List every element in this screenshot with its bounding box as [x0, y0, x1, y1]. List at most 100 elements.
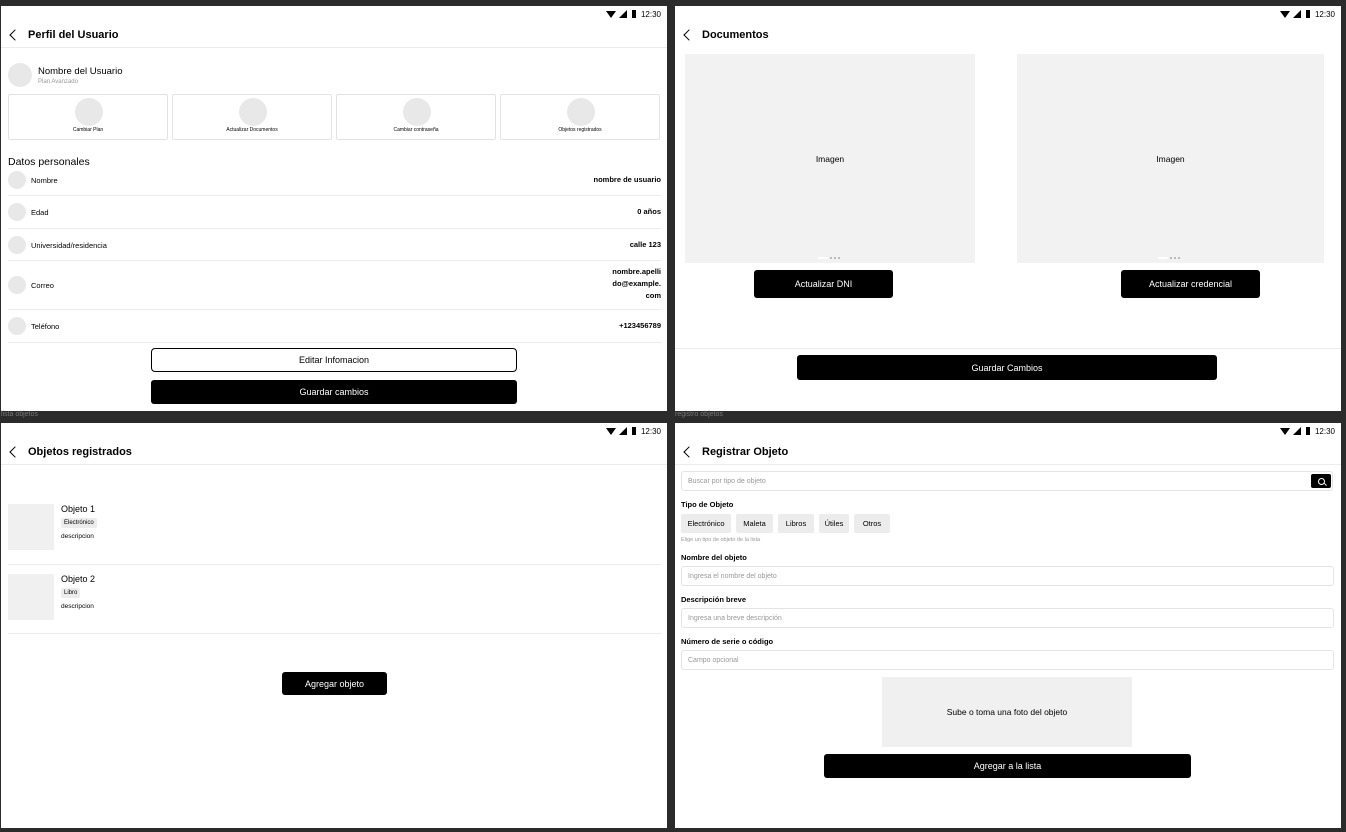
- battery-icon: [631, 427, 636, 435]
- wifi-icon: [605, 427, 616, 435]
- carousel-dots: [818, 257, 840, 259]
- object-name: Objeto 2: [61, 574, 96, 584]
- type-chip-supplies[interactable]: Útiles: [819, 514, 849, 533]
- update-documents-card[interactable]: Actualizar Documentos: [172, 94, 332, 140]
- credential-image[interactable]: Imagen: [1017, 54, 1324, 263]
- user-name: Nombre del Usuario: [38, 66, 123, 77]
- search-input[interactable]: Buscar por tipo de objeto: [681, 471, 1333, 491]
- edit-info-button[interactable]: Editar Infomacion: [151, 348, 517, 372]
- wifi-icon: [1279, 10, 1290, 18]
- registered-objects-card[interactable]: Objetos registrados: [500, 94, 660, 140]
- registered-objects-icon: [567, 98, 595, 126]
- serial-input[interactable]: Campo opcional: [681, 650, 1334, 670]
- status-bar: 12:30: [605, 425, 661, 437]
- signal-icon: [1292, 10, 1301, 18]
- update-dni-button[interactable]: Actualizar DNI: [754, 270, 893, 298]
- frame-label: lista objetos: [1, 411, 38, 418]
- app-bar: Registrar Objeto: [675, 439, 1341, 465]
- signal-icon: [1292, 427, 1301, 435]
- app-bar: Documentos: [675, 22, 1341, 48]
- add-object-button[interactable]: Agregar objeto: [282, 672, 387, 695]
- save-changes-button[interactable]: Guardar cambios: [151, 380, 517, 404]
- battery-icon: [1305, 427, 1310, 435]
- field-label: Teléfono: [31, 322, 60, 331]
- field-value: nombre.apelli do@example. com: [612, 267, 661, 300]
- search-icon: [1317, 477, 1325, 485]
- page-title: Documentos: [702, 29, 769, 41]
- user-plan: Plan Avanzado: [38, 79, 78, 85]
- type-label: Tipo de Objeto: [681, 500, 734, 509]
- update-credential-button[interactable]: Actualizar credencial: [1121, 270, 1260, 298]
- update-documents-icon: [239, 98, 267, 126]
- change-plan-card[interactable]: Cambiar Plan: [8, 94, 168, 140]
- back-arrow-icon[interactable]: [683, 29, 695, 41]
- object-name-input[interactable]: Ingresa el nombre del objeto: [681, 566, 1334, 586]
- description-input[interactable]: Ingresa una breve descripción: [681, 608, 1334, 628]
- back-arrow-icon[interactable]: [9, 28, 21, 41]
- divider: [675, 348, 1341, 349]
- battery-icon: [631, 10, 636, 18]
- frame-label: registro objetos: [675, 411, 723, 418]
- change-password-icon: [403, 98, 431, 126]
- documents-screen: 12:30 Documentos Imagen Imagen Actualiza…: [675, 6, 1341, 411]
- field-icon: [8, 171, 26, 189]
- status-time: 12:30: [1314, 9, 1335, 19]
- type-chip-others[interactable]: Otros: [854, 514, 890, 533]
- image-placeholder-label: Imagen: [815, 153, 845, 164]
- page-title: Perfil del Usuario: [28, 28, 119, 41]
- field-label: Nombre: [31, 176, 58, 185]
- description-label: Descripción breve: [681, 595, 747, 604]
- status-time: 12:30: [640, 9, 661, 19]
- back-arrow-icon[interactable]: [9, 445, 21, 458]
- save-changes-button[interactable]: Guardar Cambios: [797, 355, 1217, 380]
- object-description: descripcion: [61, 533, 94, 540]
- field-row-phone: Teléfono +123456789: [8, 310, 661, 343]
- add-to-list-button[interactable]: Agregar a la lista: [824, 754, 1191, 778]
- signal-icon: [618, 427, 627, 435]
- list-item[interactable]: Objeto 1 Electrónico descripcion: [8, 495, 661, 565]
- page-title: Objetos registrados: [28, 445, 132, 458]
- signal-icon: [618, 10, 627, 18]
- photo-upload-area[interactable]: Sube o toma una foto del objeto: [882, 677, 1132, 747]
- type-chip-books[interactable]: Libros: [778, 514, 814, 533]
- object-thumbnail: [8, 574, 54, 620]
- dni-image[interactable]: Imagen: [685, 54, 975, 263]
- section-title: Datos personales: [8, 156, 90, 168]
- status-bar: 12:30: [1279, 425, 1335, 437]
- list-item[interactable]: Objeto 2 Libro descripcion: [8, 565, 661, 634]
- object-tag: Electrónico: [61, 518, 97, 528]
- field-row-address: Universidad/residencia calle 123: [8, 229, 661, 261]
- search-button[interactable]: [1311, 474, 1331, 488]
- field-row-email: Correo nombre.apelli do@example. com: [8, 261, 661, 310]
- change-plan-icon: [75, 98, 103, 126]
- input-placeholder: Campo opcional: [688, 656, 739, 664]
- field-icon: [8, 203, 26, 221]
- app-bar: Objetos registrados: [1, 439, 667, 465]
- card-label: Cambiar contraseña: [393, 127, 439, 133]
- status-time: 12:30: [640, 426, 661, 436]
- field-label: Universidad/residencia: [31, 241, 107, 250]
- status-bar: 12:30: [605, 8, 661, 20]
- change-password-card[interactable]: Cambiar contraseña: [336, 94, 496, 140]
- field-icon: [8, 276, 26, 294]
- object-description: descripcion: [61, 603, 94, 610]
- card-label: Actualizar Documentos: [226, 127, 278, 133]
- field-value: calle 123: [629, 240, 661, 249]
- type-chip-electronic[interactable]: Electrónico: [681, 514, 731, 533]
- field-row-age: Edad 0 años: [8, 196, 661, 229]
- status-bar: 12:30: [1279, 8, 1335, 20]
- name-label: Nombre del objeto: [681, 553, 747, 562]
- input-placeholder: Ingresa el nombre del objeto: [688, 572, 777, 580]
- field-value: nombre de usuario: [593, 175, 661, 184]
- image-placeholder-label: Imagen: [1156, 153, 1185, 164]
- battery-icon: [1305, 10, 1310, 18]
- type-chip-luggage[interactable]: Maleta: [736, 514, 773, 533]
- app-bar: Perfil del Usuario: [1, 22, 667, 48]
- type-hint: Elige un tipo de objeto de la lista: [681, 537, 761, 543]
- back-arrow-icon[interactable]: [683, 445, 695, 458]
- field-label: Edad: [31, 208, 49, 217]
- object-name: Objeto 1: [61, 504, 96, 514]
- status-time: 12:30: [1314, 426, 1335, 436]
- field-row-name: Nombre nombre de usuario: [8, 169, 661, 196]
- wifi-icon: [1279, 427, 1290, 435]
